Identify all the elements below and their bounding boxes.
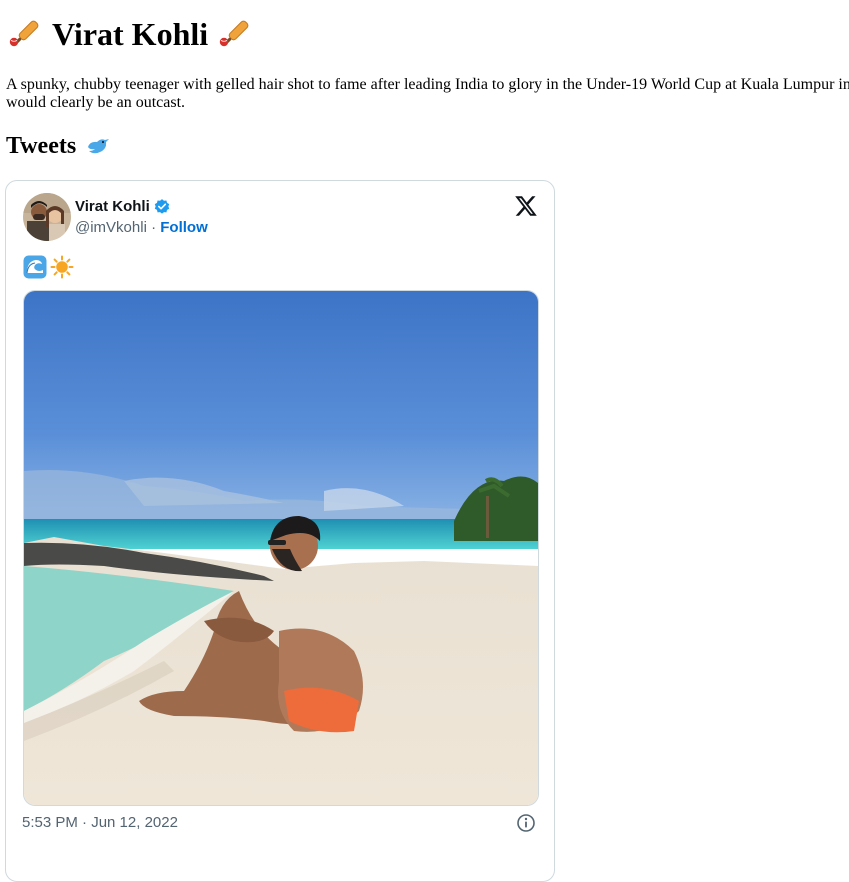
intro-line: would clearly be an outcast. <box>6 94 186 111</box>
bird-icon <box>84 132 112 160</box>
info-icon[interactable] <box>516 813 536 833</box>
author-name[interactable]: Virat Kohli <box>75 198 171 216</box>
tweet-photo[interactable] <box>23 290 539 806</box>
cricket-bat-icon <box>6 15 44 53</box>
handle-separator: · <box>146 219 161 236</box>
handle-row: @imVkohli · Follow <box>75 219 208 237</box>
tweets-heading: Tweets <box>6 131 112 161</box>
tweets-heading-text: Tweets <box>6 133 77 159</box>
embedded-tweet[interactable]: Virat Kohli @imVkohli · Follow 5:53 PM ·… <box>5 180 555 882</box>
intro-line: A spunky, chubby teenager with gelled ha… <box>6 76 849 93</box>
avatar[interactable] <box>23 193 71 241</box>
tweet-timestamp[interactable]: 5:53 PM · Jun 12, 2022 <box>22 814 178 832</box>
intro-paragraph: A spunky, chubby teenager with gelled ha… <box>6 76 849 112</box>
author-name-text[interactable]: Virat Kohli <box>75 198 150 216</box>
sun-emoji-icon <box>50 255 74 279</box>
x-logo-icon[interactable] <box>514 194 538 218</box>
page-title-text: Virat Kohli <box>52 16 209 52</box>
page-title: Virat Kohli <box>6 14 254 54</box>
author-handle[interactable]: @imVkohli <box>75 219 147 236</box>
wave-emoji-icon <box>23 255 47 279</box>
tweet-text <box>23 254 74 280</box>
cricket-bat-icon <box>216 15 254 53</box>
follow-button[interactable]: Follow <box>160 219 208 236</box>
verified-badge-icon <box>153 198 171 216</box>
